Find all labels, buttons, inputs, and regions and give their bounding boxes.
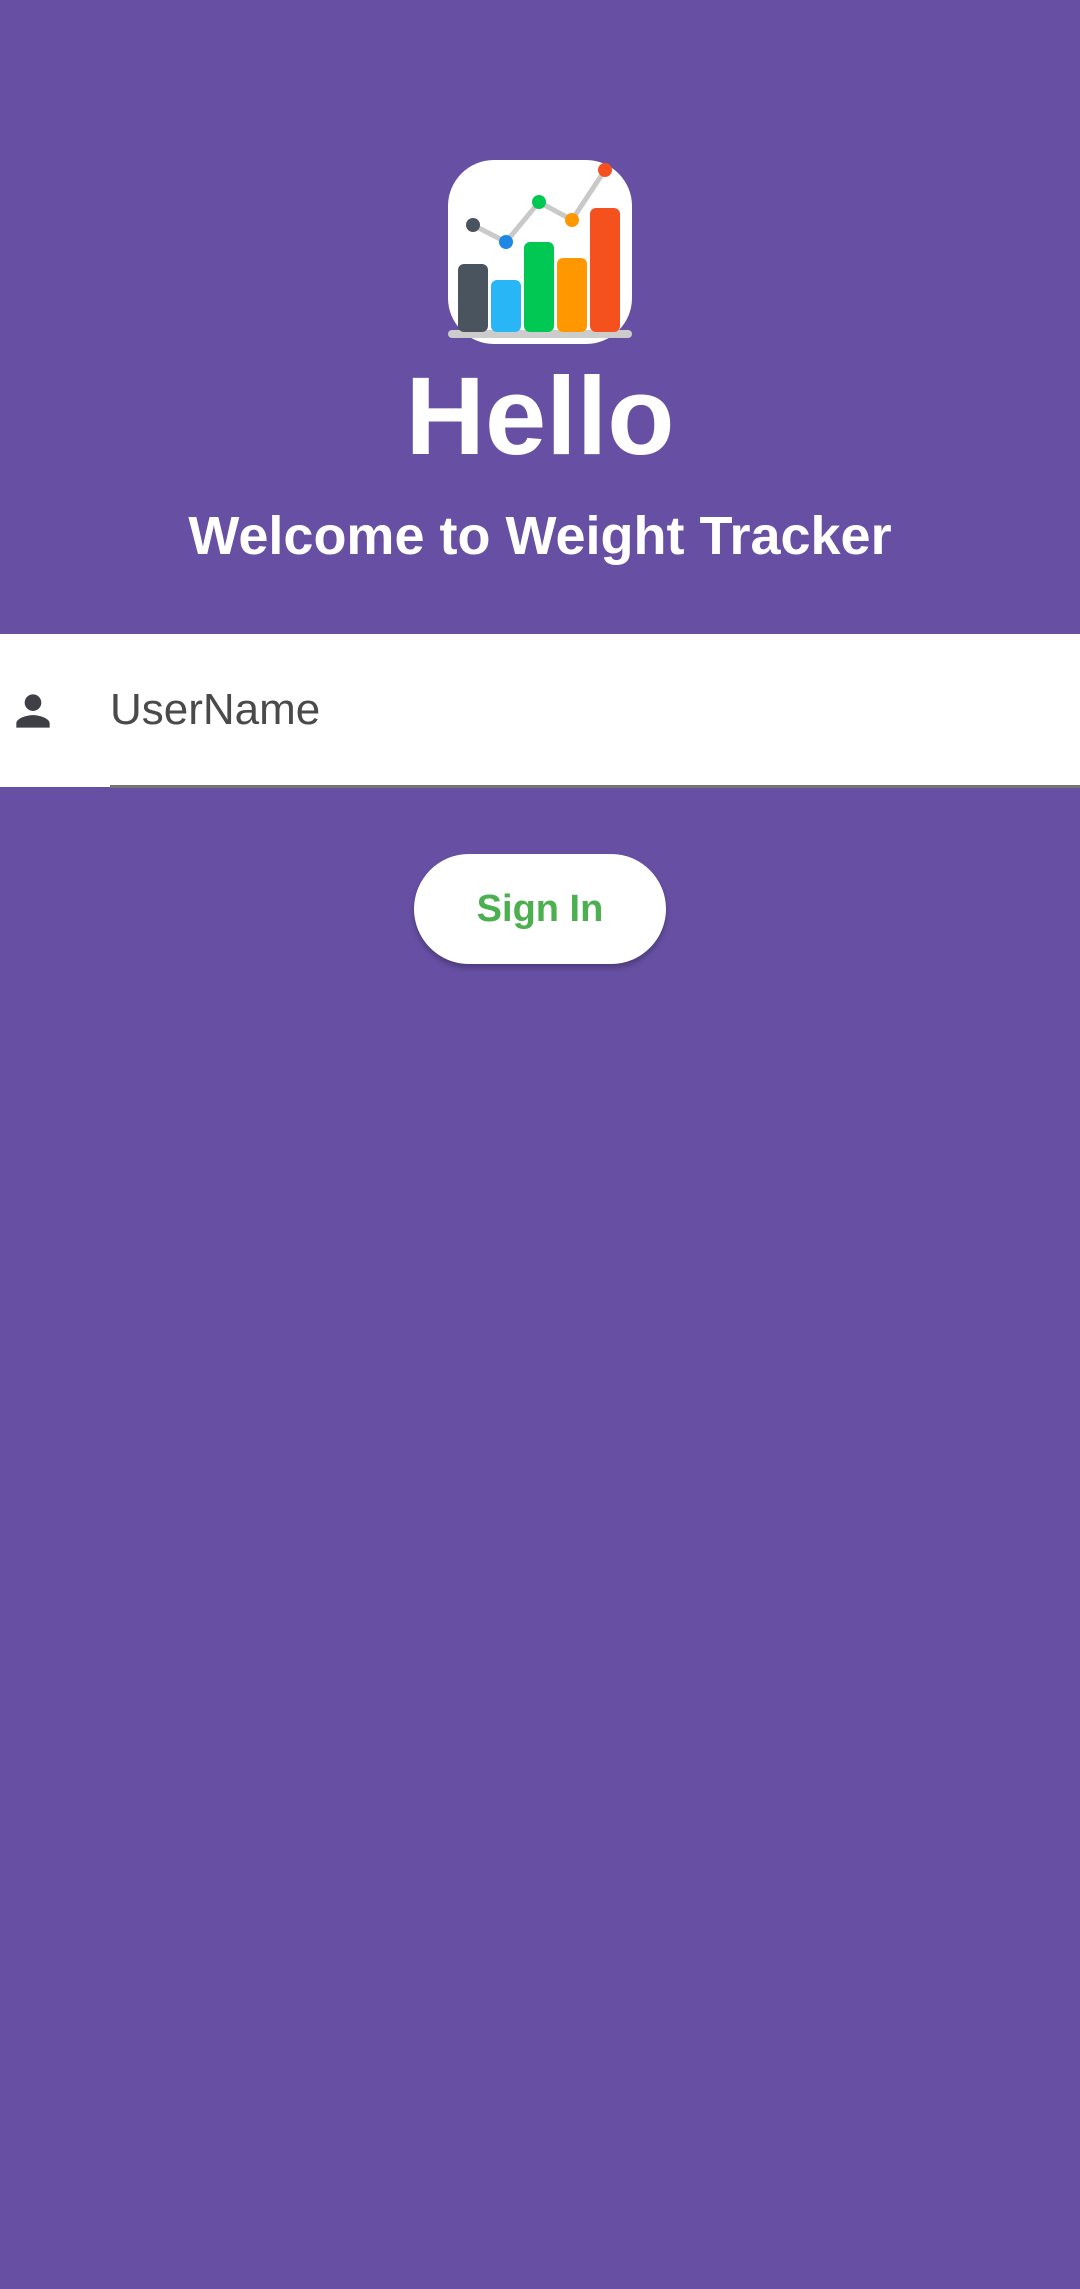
welcome-subtitle: Welcome to Weight Tracker (188, 506, 892, 566)
sign-in-button[interactable]: Sign In (414, 854, 666, 964)
hello-heading: Hello (405, 355, 675, 478)
person-icon (8, 686, 58, 736)
login-screen: Hello Welcome to Weight Tracker Sign In (0, 0, 1080, 2289)
app-logo-icon (448, 160, 632, 344)
username-underline (110, 785, 1080, 788)
username-input[interactable] (110, 660, 1070, 760)
